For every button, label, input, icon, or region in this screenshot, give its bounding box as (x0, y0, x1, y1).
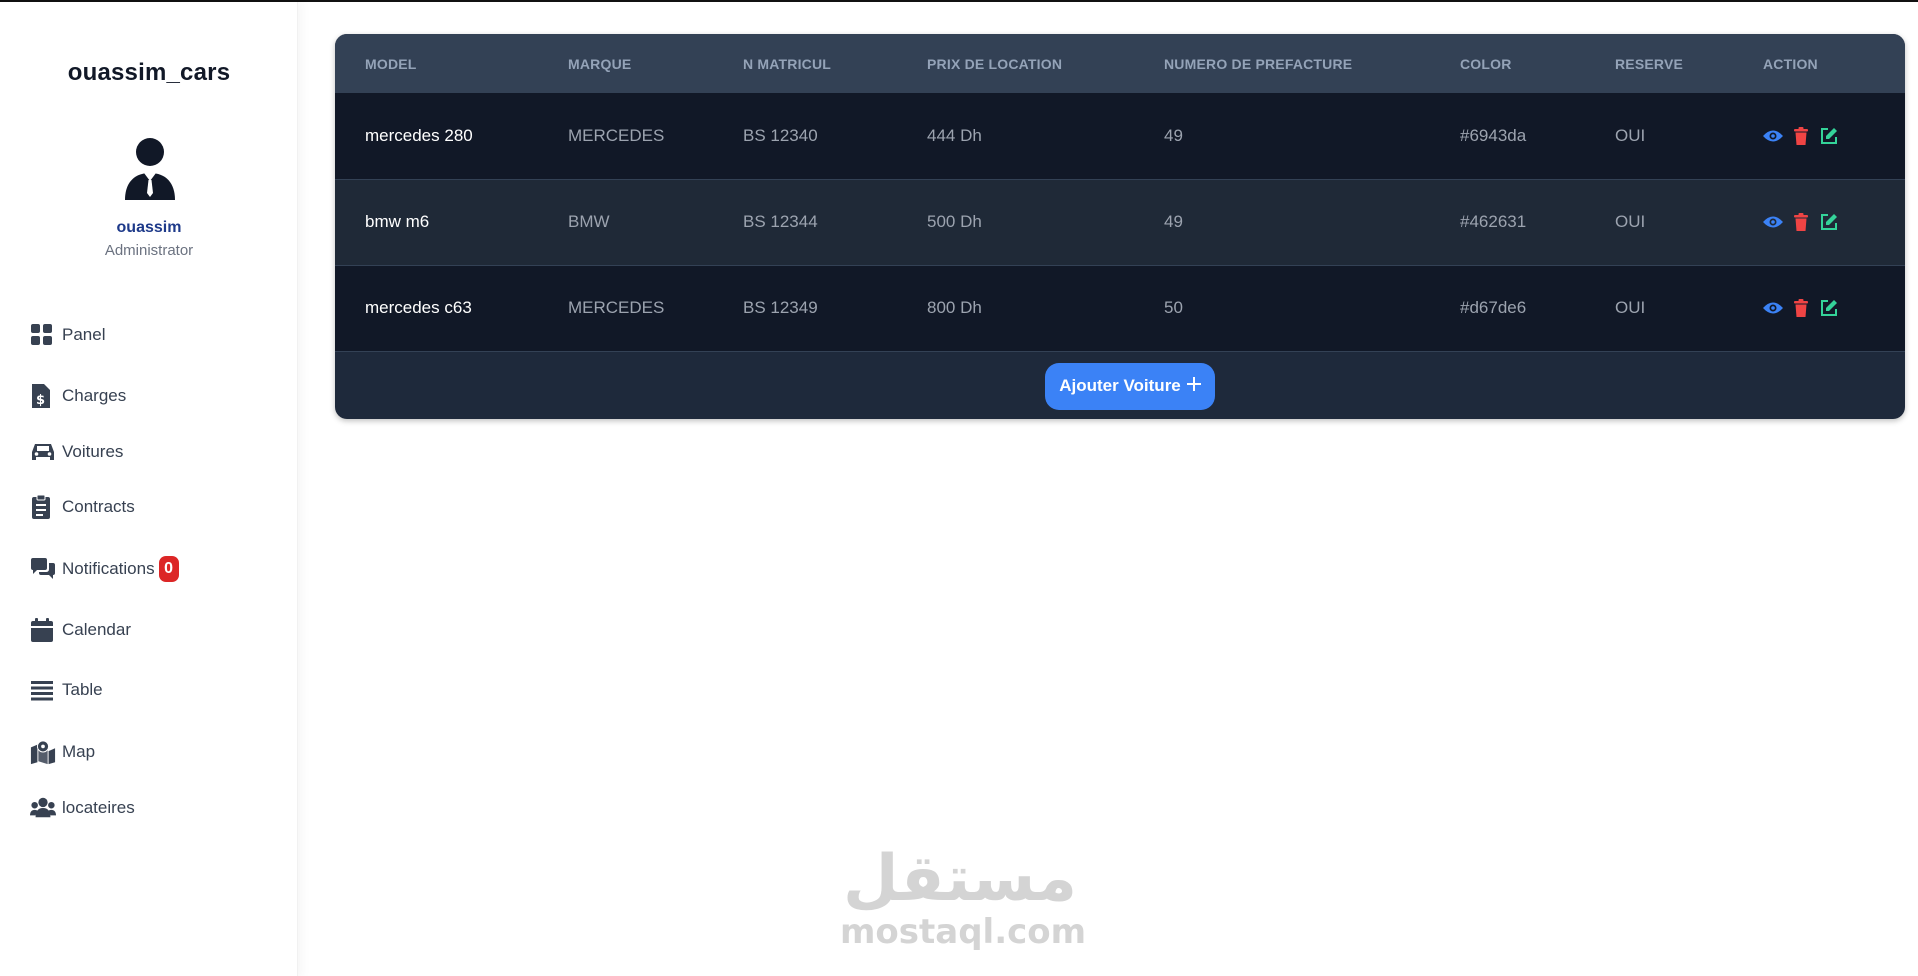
column-header-matricul: N MATRICUL (743, 55, 832, 72)
cell-color: #d67de6 (1460, 298, 1527, 317)
sidebar-item-label: Voitures (62, 442, 124, 461)
user-avatar-icon (122, 137, 178, 203)
sidebar-item-label: Contracts (62, 497, 135, 516)
voitures-table-card: MODEL MARQUE N MATRICUL PRIX DE LOCATION… (335, 34, 1905, 419)
cell-matricul: BS 12349 (743, 298, 818, 317)
sidebar-item-label: Charges (62, 386, 127, 405)
sidebar-item-voitures[interactable]: Voitures (30, 437, 123, 467)
cell-model: mercedes c63 (365, 298, 472, 317)
sidebar-item-locateires[interactable]: locateires (30, 793, 135, 823)
cell-actions (1733, 265, 1905, 351)
add-voiture-label: Ajouter Voiture (1059, 376, 1181, 395)
column-header-action: ACTION (1763, 55, 1818, 72)
sidebar-item-map[interactable]: Map (30, 737, 95, 767)
table-footer: Ajouter Voiture (335, 353, 1905, 419)
cell-actions (1733, 93, 1905, 179)
cell-reserve: OUI (1615, 298, 1646, 317)
brand-title: ouassim_cars (67, 59, 231, 86)
column-header-color: COLOR (1460, 55, 1512, 72)
cell-marque: MERCEDES (568, 298, 665, 317)
view-eye-icon[interactable] (1763, 212, 1783, 232)
cell-reserve: OUI (1615, 212, 1646, 231)
cell-model: mercedes 280 (365, 125, 473, 145)
sidebar-item-table[interactable]: Table (30, 675, 103, 705)
column-header-prefacture: NUMERO DE PREFACTURE (1164, 55, 1353, 72)
sidebar-item-charges[interactable]: $ Charges (30, 381, 126, 411)
cell-prefacture: 50 (1164, 298, 1183, 317)
column-header-model: MODEL (365, 55, 417, 72)
table-row: mercedes 280 MERCEDES BS 12340 444 Dh 49… (335, 93, 1905, 179)
cell-model: bmw m6 (365, 212, 430, 231)
clipboard-list-icon (30, 494, 56, 520)
car-icon (30, 439, 56, 465)
svg-text:$: $ (36, 393, 45, 408)
watermark-arabic: مستقل (842, 842, 1078, 916)
edit-pen-icon[interactable] (1819, 298, 1839, 318)
edit-pen-icon[interactable] (1819, 212, 1839, 232)
voitures-table: MODEL MARQUE N MATRICUL PRIX DE LOCATION… (335, 34, 1905, 352)
column-header-prix: PRIX DE LOCATION (927, 55, 1063, 72)
cell-marque: BMW (568, 212, 610, 231)
sidebar-item-notifications[interactable]: Notifications 0 (30, 554, 179, 584)
column-header-reserve: RESERVE (1615, 55, 1684, 72)
sidebar-item-calendar[interactable]: Calendar (30, 615, 131, 645)
grid-icon (30, 322, 56, 348)
edit-pen-icon[interactable] (1819, 126, 1839, 146)
cell-prix: 444 Dh (927, 125, 982, 145)
cell-marque: MERCEDES (568, 125, 665, 145)
table-row: mercedes c63 MERCEDES BS 12349 800 Dh 50… (335, 265, 1905, 351)
comments-icon (30, 556, 56, 582)
view-eye-icon[interactable] (1763, 298, 1783, 318)
table-header-row: MODEL MARQUE N MATRICUL PRIX DE LOCATION… (335, 34, 1905, 93)
column-header-marque: MARQUE (568, 55, 632, 72)
user-role: Administrator (104, 242, 194, 259)
sidebar-item-label: Map (62, 742, 96, 761)
notifications-count-badge: 0 (158, 556, 179, 582)
calendar-icon (30, 617, 56, 643)
cell-prefacture: 49 (1164, 212, 1183, 231)
sidebar-item-label: Table (62, 680, 103, 699)
user-name: ouassim (116, 219, 182, 236)
cell-color: #462631 (1460, 212, 1527, 231)
invoice-dollar-icon: $ (30, 383, 56, 409)
sidebar-item-panel[interactable]: Panel (30, 320, 105, 350)
sidebar-item-label: Notifications (62, 559, 155, 578)
cell-reserve: OUI (1615, 125, 1646, 145)
view-eye-icon[interactable] (1763, 126, 1783, 146)
users-icon (30, 795, 56, 821)
sidebar-item-contracts[interactable]: Contracts (30, 492, 135, 522)
table-row: bmw m6 BMW BS 12344 500 Dh 49 #462631 OU… (335, 179, 1905, 265)
list-lines-icon (30, 677, 56, 703)
cell-prefacture: 49 (1164, 125, 1183, 145)
sidebar: ouassim_cars ouassim Administrator Panel… (0, 2, 298, 976)
delete-trash-icon[interactable] (1791, 298, 1811, 318)
cell-prix: 800 Dh (927, 298, 982, 317)
cell-prix: 500 Dh (927, 212, 982, 231)
mostaql-watermark: مستقل mostaql.com (840, 842, 1087, 952)
delete-trash-icon[interactable] (1791, 212, 1811, 232)
delete-trash-icon[interactable] (1791, 126, 1811, 146)
watermark-latin: mostaql.com (840, 912, 1087, 952)
map-location-icon (30, 739, 56, 765)
add-voiture-button[interactable]: Ajouter Voiture (1045, 362, 1215, 410)
sidebar-item-label: Panel (62, 325, 106, 344)
cell-actions (1733, 179, 1905, 265)
cell-matricul: BS 12344 (743, 212, 818, 231)
sidebar-item-label: Calendar (62, 620, 131, 639)
sidebar-item-label: locateires (62, 798, 135, 817)
cell-matricul: BS 12340 (743, 125, 818, 145)
plus-icon (1186, 376, 1201, 396)
cell-color: #6943da (1460, 125, 1527, 145)
